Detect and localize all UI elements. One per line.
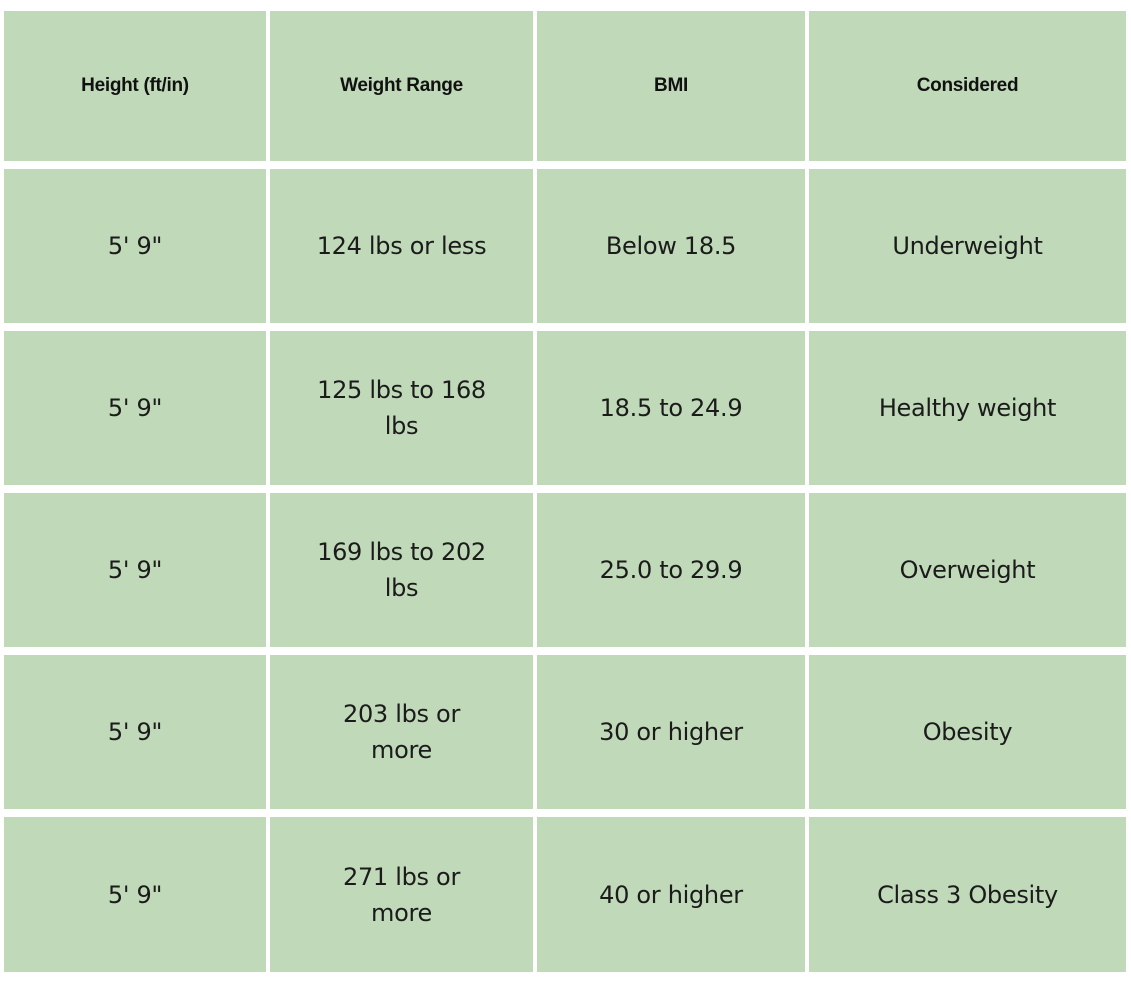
cell-bmi: Below 18.5 [537, 169, 805, 323]
cell-weight-range: 125 lbs to 168 lbs [270, 331, 533, 485]
cell-considered: Underweight [809, 169, 1126, 323]
cell-weight-range: 124 lbs or less [270, 169, 533, 323]
cell-height: 5' 9" [4, 493, 266, 647]
bmi-table: Height (ft/in) Weight Range BMI Consider… [4, 11, 1126, 972]
header-bmi: BMI [537, 11, 805, 161]
header-weight-range: Weight Range [270, 11, 533, 161]
cell-bmi: 40 or higher [537, 817, 805, 972]
cell-considered: Obesity [809, 655, 1126, 809]
cell-height: 5' 9" [4, 655, 266, 809]
cell-height: 5' 9" [4, 169, 266, 323]
cell-bmi: 30 or higher [537, 655, 805, 809]
cell-height: 5' 9" [4, 817, 266, 972]
cell-weight-range: 169 lbs to 202 lbs [270, 493, 533, 647]
cell-considered: Healthy weight [809, 331, 1126, 485]
cell-weight-range: 271 lbs or more [270, 817, 533, 972]
cell-considered: Class 3 Obesity [809, 817, 1126, 972]
cell-bmi: 18.5 to 24.9 [537, 331, 805, 485]
cell-bmi: 25.0 to 29.9 [537, 493, 805, 647]
cell-weight-range: 203 lbs or more [270, 655, 533, 809]
cell-considered: Overweight [809, 493, 1126, 647]
cell-height: 5' 9" [4, 331, 266, 485]
header-height: Height (ft/in) [4, 11, 266, 161]
header-considered: Considered [809, 11, 1126, 161]
